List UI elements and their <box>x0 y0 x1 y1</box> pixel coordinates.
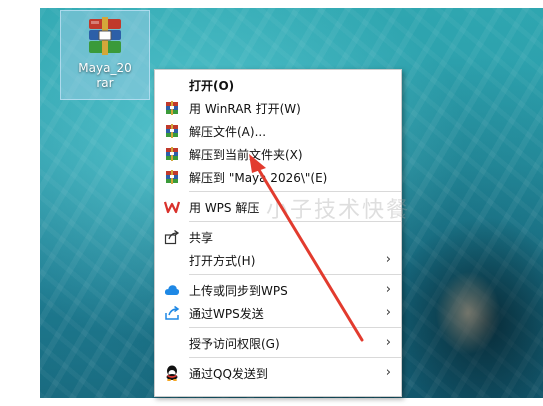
annotation-arrow-icon <box>249 154 364 342</box>
